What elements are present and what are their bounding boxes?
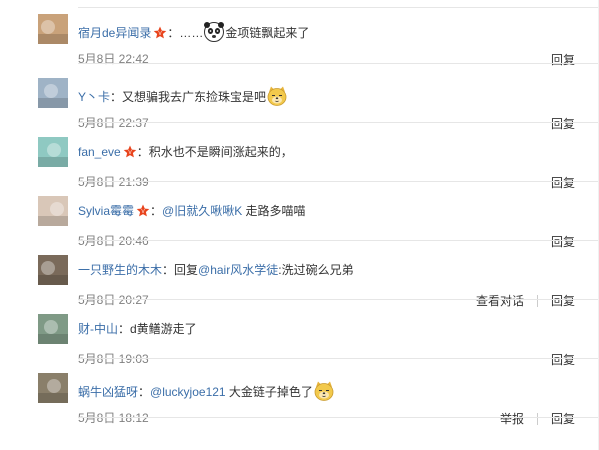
username-link[interactable]: fan_eve — [78, 145, 121, 159]
comment-text-segment: ：又想骗我去广东捡珠宝是吧 — [110, 90, 267, 104]
comment-text: fan_eve V ：积水也不是瞬间涨起来的， — [78, 144, 293, 162]
comment-text-segment: ：…… — [167, 26, 204, 40]
comment-text-segment: :洗过碗么兄弟 — [278, 263, 354, 277]
comment-item: 宿月de异闻录 V：…… 金项链飘起来了 5月8日 22:42 回复 — [0, 0, 599, 67]
comment-text-segment: ：d黄鳝游走了 — [118, 322, 197, 336]
mention-link[interactable]: @旧就久啾啾K — [162, 204, 242, 218]
doge-icon — [266, 85, 288, 111]
username-link[interactable]: 一只野生的木木 — [78, 263, 162, 277]
username-link[interactable]: Sylvia霉霉 — [78, 204, 134, 218]
username-link[interactable]: 宿月de异闻录 — [78, 26, 151, 40]
comment-text: 宿月de异闻录 V：…… 金项链飘起来了 — [78, 21, 309, 47]
comment-item: 一只野生的木木：回复@hair风水学徒:洗过碗么兄弟 5月8日 20:27 查看对话… — [0, 241, 599, 308]
vip-badge-icon[interactable]: V — [136, 204, 150, 221]
comment-text-segment: ： — [150, 204, 163, 218]
user-avatar[interactable] — [38, 255, 68, 285]
comment-item: 蜗牛凶猛呀：@luckyjoe121 大金链子掉色了 5月8日 18:12 举报 回复 — [0, 359, 599, 426]
comment-text-segment: ：回复 — [162, 263, 199, 277]
user-avatar[interactable] — [38, 14, 68, 44]
vip-badge-icon[interactable]: V — [153, 26, 167, 43]
user-avatar[interactable] — [38, 137, 68, 167]
comment-text-segment: ： — [138, 385, 151, 399]
comment-text: 财-中山：d黄鳝游走了 — [78, 321, 197, 337]
comment-actions: 举报 回复 — [500, 410, 575, 427]
comment-text-segment: 金项链飘起来了 — [225, 26, 310, 40]
comment-text: 蜗牛凶猛呀：@luckyjoe121 大金链子掉色了 — [78, 380, 335, 406]
username-link[interactable]: Y丶卡 — [78, 90, 110, 104]
comment-list: 宿月de异闻录 V：…… 金项链飘起来了 5月8日 22:42 回复 Y丶卡：又想骗我去广… — [0, 0, 599, 426]
user-avatar[interactable] — [38, 196, 68, 226]
user-avatar[interactable] — [38, 78, 68, 108]
panda-face-icon — [203, 21, 225, 47]
comment-text-segment: 大金链子掉色了 — [225, 385, 313, 399]
comment-item: 财-中山：d黄鳝游走了 5月8日 19:03 回复 — [0, 300, 599, 367]
mention-link[interactable]: @luckyjoe121 — [150, 385, 226, 399]
comment-text-segment: 走路多喵喵 — [242, 204, 306, 218]
comment-timestamp: 5月8日 18:12 — [78, 411, 149, 425]
vip-badge-icon[interactable]: V — [123, 145, 137, 162]
user-avatar[interactable] — [38, 373, 68, 403]
comment-text: 一只野生的木木：回复@hair风水学徒:洗过碗么兄弟 — [78, 262, 354, 278]
comment-text-segment: ：积水也不是瞬间涨起来的， — [136, 145, 293, 159]
reply-button[interactable]: 回复 — [551, 412, 575, 426]
comment-text: Sylvia霉霉 V ：@旧就久啾啾K 走路多喵喵 — [78, 203, 306, 221]
user-avatar[interactable] — [38, 314, 68, 344]
mention-link[interactable]: @hair风水学徒 — [198, 263, 278, 277]
comment-item: Sylvia霉霉 V ：@旧就久啾啾K 走路多喵喵 5月8日 20:46 回复 — [0, 182, 599, 249]
username-link[interactable]: 蜗牛凶猛呀 — [78, 385, 138, 399]
comment-text: Y丶卡：又想骗我去广东捡珠宝是吧 — [78, 85, 288, 111]
doge-icon — [313, 380, 335, 406]
report-button[interactable]: 举报 — [500, 412, 524, 426]
action-divider — [536, 413, 538, 425]
comment-item: fan_eve V ：积水也不是瞬间涨起来的， 5月8日 21:39 回复 — [0, 123, 599, 190]
username-link[interactable]: 财-中山 — [78, 322, 118, 336]
comment-item: Y丶卡：又想骗我去广东捡珠宝是吧 5月8日 22:37 回复 — [0, 64, 599, 131]
